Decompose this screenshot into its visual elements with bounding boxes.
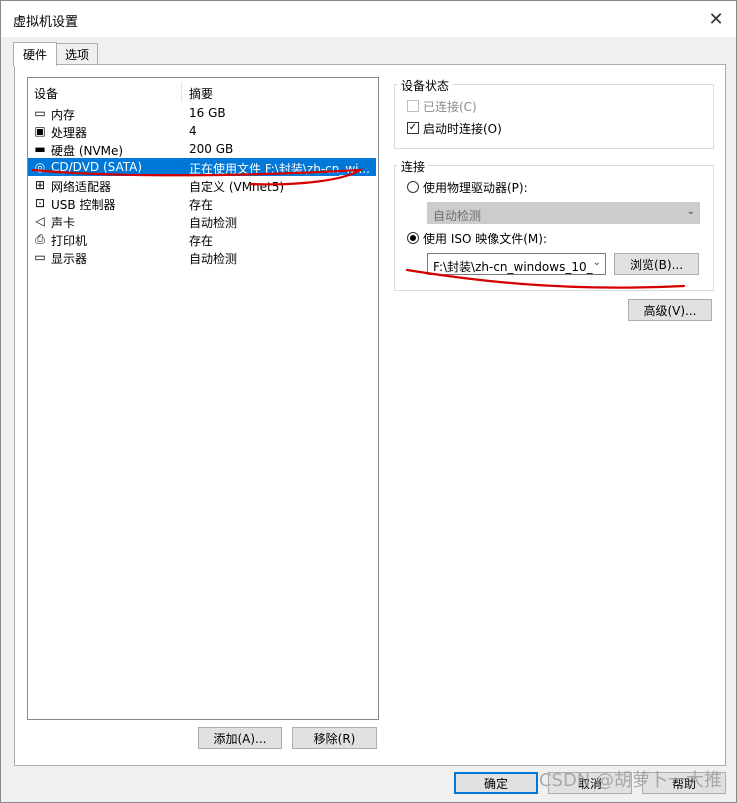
disk-icon: ▬ — [34, 142, 46, 156]
device-list-header: 设备 摘要 — [28, 82, 376, 102]
sound-icon: ◁ — [35, 214, 45, 228]
device-list[interactable]: 设备 摘要 ▭ 内存 16 GB ▣ 处理器 4 ▬ 硬盘 (NVMe) 200… — [27, 77, 379, 720]
connect-on-start-checkbox[interactable]: ✓ — [407, 122, 419, 134]
iso-path-combo[interactable]: F:\封装\zh-cn_windows_10_ ⌄ — [427, 253, 606, 275]
physical-drive-value: 自动检测 — [433, 209, 482, 223]
device-summary: 4 — [189, 124, 197, 138]
chevron-down-icon: ⌄ — [686, 206, 695, 217]
connected-checkbox[interactable] — [407, 100, 419, 112]
cpu-icon: ▣ — [34, 124, 46, 138]
iso-path-value: F:\封装\zh-cn_windows_10_ — [433, 260, 593, 274]
device-summary: 200 GB — [189, 142, 234, 156]
cancel-button[interactable]: 取消 — [548, 772, 632, 794]
device-row-cd-dvd[interactable]: ◎ CD/DVD (SATA) 正在使用文件 F:\封装\zh-cn_wi... — [28, 158, 376, 176]
title-bar: 虚拟机设置 ✕ — [1, 1, 736, 37]
device-summary: 自定义 (VMnet5) — [189, 180, 285, 194]
printer-icon: ⎙ — [35, 232, 45, 246]
advanced-button[interactable]: 高级(V)... — [628, 299, 712, 321]
cd-icon: ◎ — [34, 160, 46, 174]
device-name: 硬盘 (NVMe) — [51, 144, 124, 158]
device-row-display[interactable]: ▭ 显示器 自动检测 — [28, 248, 376, 266]
device-name: 打印机 — [51, 234, 88, 248]
column-summary[interactable]: 摘要 — [189, 85, 213, 102]
tab-hardware[interactable]: 硬件 — [13, 42, 57, 66]
device-row-usb[interactable]: ⊡ USB 控制器 存在 — [28, 194, 376, 212]
device-name: 声卡 — [51, 216, 76, 230]
chevron-down-icon: ⌄ — [592, 257, 601, 268]
device-name: 处理器 — [51, 126, 88, 140]
iso-image-label: 使用 ISO 映像文件(M): — [423, 232, 547, 246]
device-row-printer[interactable]: ⎙ 打印机 存在 — [28, 230, 376, 248]
device-row-sound[interactable]: ◁ 声卡 自动检测 — [28, 212, 376, 230]
iso-image-radio[interactable] — [407, 232, 419, 244]
device-name: 显示器 — [51, 252, 88, 266]
device-summary: 16 GB — [189, 106, 226, 120]
device-name: 网络适配器 — [51, 180, 112, 194]
physical-drive-label: 使用物理驱动器(P): — [423, 181, 528, 195]
remove-device-button[interactable]: 移除(R) — [292, 727, 377, 749]
connect-on-start-label: 启动时连接(O) — [423, 122, 502, 136]
device-name: USB 控制器 — [51, 198, 116, 212]
display-icon: ▭ — [34, 250, 46, 264]
device-status-label: 设备状态 — [398, 77, 453, 94]
add-device-button[interactable]: 添加(A)... — [198, 727, 282, 749]
dialog-window: 虚拟机设置 ✕ 硬件 选项 设备 摘要 ▭ 内存 16 GB ▣ 处理器 4 ▬… — [0, 0, 737, 803]
physical-drive-select[interactable]: 自动检测 ⌄ — [427, 202, 700, 224]
device-summary: 存在 — [189, 198, 214, 212]
device-row-memory[interactable]: ▭ 内存 16 GB — [28, 104, 376, 122]
physical-drive-radio[interactable] — [407, 181, 419, 193]
device-summary: 正在使用文件 F:\封装\zh-cn_wi... — [189, 162, 370, 176]
help-button[interactable]: 帮助 — [642, 772, 726, 794]
browse-button[interactable]: 浏览(B)... — [614, 253, 699, 275]
device-row-cpu[interactable]: ▣ 处理器 4 — [28, 122, 376, 140]
network-icon: ⊞ — [34, 178, 46, 192]
device-row-disk[interactable]: ▬ 硬盘 (NVMe) 200 GB — [28, 140, 376, 158]
device-name: CD/DVD (SATA) — [51, 160, 143, 174]
close-icon[interactable]: ✕ — [704, 7, 728, 31]
usb-icon: ⊡ — [34, 196, 46, 210]
device-row-network[interactable]: ⊞ 网络适配器 自定义 (VMnet5) — [28, 176, 376, 194]
device-summary: 存在 — [189, 234, 214, 248]
memory-icon: ▭ — [34, 106, 46, 120]
connection-label: 连接 — [398, 158, 429, 175]
ok-button[interactable]: 确定 — [454, 772, 538, 794]
device-summary: 自动检测 — [189, 216, 238, 230]
device-name: 内存 — [51, 108, 76, 122]
tab-options[interactable]: 选项 — [56, 43, 98, 65]
connected-label: 已连接(C) — [423, 100, 477, 114]
window-title: 虚拟机设置 — [13, 15, 79, 30]
device-summary: 自动检测 — [189, 252, 238, 266]
column-device[interactable]: 设备 — [34, 85, 58, 102]
